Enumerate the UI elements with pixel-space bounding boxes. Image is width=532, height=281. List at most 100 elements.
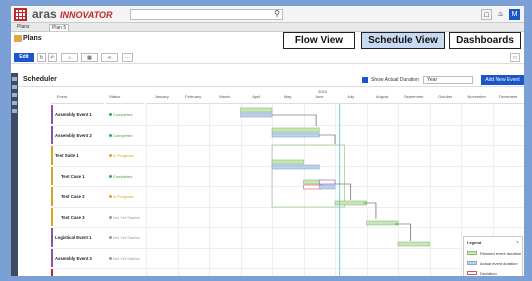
row-color-marker <box>51 105 53 124</box>
dependency-arrow <box>335 183 352 200</box>
status-dot <box>109 174 112 178</box>
share-rail-icon[interactable] <box>12 85 17 89</box>
dependency-arrow <box>272 114 317 126</box>
status-dot <box>109 154 112 157</box>
doc-icon[interactable]: ▦ <box>81 53 98 62</box>
actual-bar[interactable] <box>271 164 320 170</box>
test-suite-bar[interactable] <box>271 144 345 208</box>
status-badge: Completed <box>109 133 132 138</box>
status-badge: Completed <box>109 174 132 179</box>
grid-icon[interactable] <box>12 101 17 105</box>
share-icon[interactable]: ⋖ <box>101 53 118 62</box>
show-actual-label: Show Actual Duration <box>371 77 419 83</box>
event-name[interactable]: Test Case 2 <box>61 194 85 199</box>
tab-bar: Plans Plan 5 <box>11 23 524 32</box>
row-color-marker <box>51 269 53 276</box>
scheduler-grid: Event Status 2024 January February March Ap… <box>51 88 524 276</box>
planned-bar[interactable] <box>271 127 320 133</box>
brand-logo: aras INNOVATOR <box>32 7 113 21</box>
brand-sub: INNOVATOR <box>60 10 113 20</box>
page-header: Plans <box>11 32 524 46</box>
planned-bar[interactable] <box>240 107 273 113</box>
actual-bar[interactable] <box>271 132 320 138</box>
settings-icon[interactable]: ☼ <box>61 53 78 62</box>
status-dot <box>109 236 112 239</box>
search-input[interactable]: ⚲ <box>130 9 283 20</box>
deviation-swatch <box>467 271 477 275</box>
comment-icon[interactable]: □ <box>510 53 520 62</box>
doc-rail-icon[interactable] <box>12 109 17 113</box>
toolbar: Edit ↻ ↶ ☼ ▦ ⋖ ⋯ □ <box>11 52 524 64</box>
actual-swatch <box>467 261 477 265</box>
refresh-icon[interactable]: ↻ <box>37 53 46 62</box>
status-badge: Not Yet Started <box>109 256 140 261</box>
status-dot <box>109 133 112 137</box>
event-name[interactable]: Assembly Event 1 <box>55 112 92 117</box>
tab-plans[interactable]: Plans <box>15 24 32 30</box>
planned-bar[interactable] <box>366 220 399 226</box>
legend-planned: Planned event duration <box>480 251 522 256</box>
row-color-marker <box>51 228 53 247</box>
schedule-view-button[interactable]: Schedule View <box>361 32 445 49</box>
month-label-may: May <box>283 94 292 99</box>
planned-bar[interactable] <box>318 179 336 185</box>
avatar[interactable]: M <box>509 9 520 20</box>
month-label-july: July <box>347 94 355 99</box>
show-actual-checkbox[interactable] <box>362 77 368 83</box>
more-icon[interactable]: ⋯ <box>122 53 133 62</box>
month-label-february: February <box>185 94 202 99</box>
collapse-icon[interactable]: ↘ <box>516 239 519 244</box>
left-rail <box>11 73 18 276</box>
month-label-september: September <box>403 94 424 99</box>
planned-bar[interactable] <box>271 159 304 165</box>
status-col-label: Status <box>109 94 121 99</box>
event-name[interactable]: Test Suite 1 <box>55 153 79 158</box>
row-color-marker <box>51 187 53 206</box>
month-label-january: January <box>154 94 169 99</box>
status-column-header[interactable]: Status <box>106 88 144 104</box>
status-badge: Not Yet Started <box>109 235 140 240</box>
dependency-arrow <box>363 202 377 219</box>
month-label-june: June <box>314 94 324 99</box>
app-menu-icon[interactable] <box>14 8 27 21</box>
legend-deviation: Deviation <box>480 271 497 276</box>
actual-bar[interactable] <box>240 112 273 118</box>
tab-plan-5[interactable]: Plan 5 <box>49 24 70 31</box>
add-new-event-button[interactable]: Add New Event <box>481 75 524 85</box>
flow-view-button[interactable]: Flow View <box>283 32 355 49</box>
status-badge: Not Yet Started <box>109 215 140 220</box>
brand-name: aras <box>32 7 57 21</box>
legend-title: Legend <box>467 240 482 245</box>
period-select[interactable]: Year <box>423 76 473 84</box>
status-badge: In Progress <box>109 153 133 158</box>
app-window: aras INNOVATOR ⚲ □ ♨ M Plans Plan 5 Plan… <box>11 6 524 276</box>
event-name[interactable]: Test Case 3 <box>61 215 85 220</box>
month-label-march: March <box>219 94 231 99</box>
event-column-header[interactable]: Event <box>51 88 104 104</box>
bell-icon[interactable]: ♨ <box>495 9 506 20</box>
row-color-marker <box>51 125 53 144</box>
actual-bar[interactable] <box>318 184 336 190</box>
window-icon[interactable]: □ <box>481 9 492 20</box>
status-dot <box>109 195 112 198</box>
status-dot <box>109 256 112 260</box>
event-name[interactable]: Test Case 1 <box>61 174 85 179</box>
event-name[interactable]: Logistical Event 1 <box>55 235 92 240</box>
list-icon[interactable] <box>12 93 17 97</box>
planned-bar[interactable] <box>397 241 430 247</box>
folder-icon <box>14 35 22 42</box>
month-label-december: December <box>499 94 518 99</box>
page-title: Plans <box>23 35 42 42</box>
status-badge: In Progress <box>109 194 133 199</box>
event-name[interactable]: Assembly Event 3 <box>55 256 92 261</box>
header-actions: □ ♨ M <box>481 9 520 20</box>
undo-icon[interactable]: ↶ <box>48 53 57 62</box>
dashboards-button[interactable]: Dashboards <box>449 32 521 49</box>
edit-button[interactable]: Edit <box>14 53 34 62</box>
month-label-august: August <box>376 94 389 99</box>
event-name[interactable]: Assembly Event 2 <box>55 133 92 138</box>
menu-icon[interactable] <box>12 77 17 81</box>
search-icon[interactable]: ⚲ <box>274 9 280 18</box>
scheduler-header: Scheduler Show Actual Duration Year Add … <box>18 73 524 87</box>
status-dot <box>109 113 112 116</box>
